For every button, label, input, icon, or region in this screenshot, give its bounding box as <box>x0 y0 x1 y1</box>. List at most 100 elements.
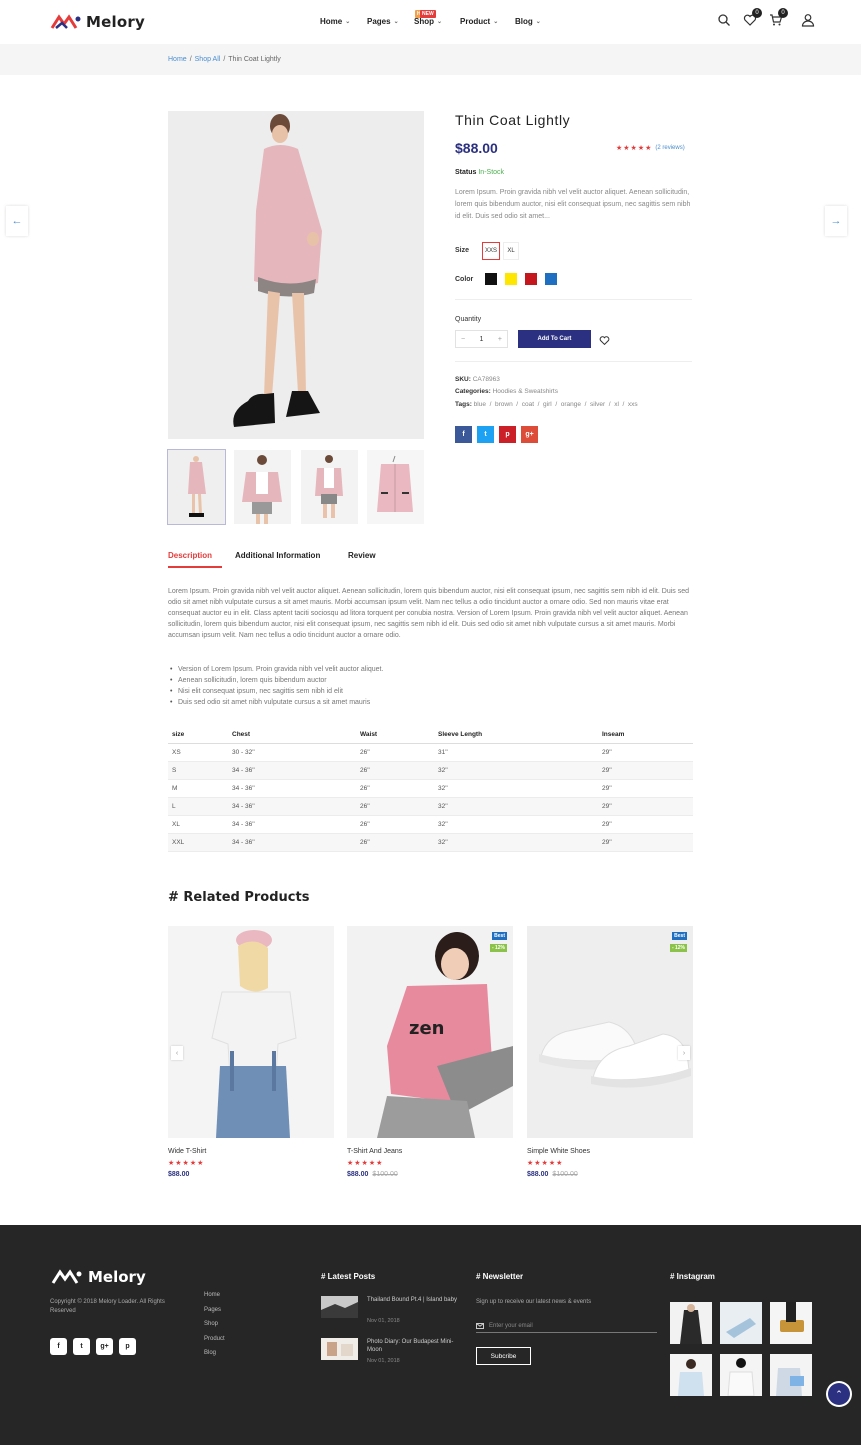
product-name[interactable]: T-Shirt And Jeans <box>347 1148 513 1155</box>
related-product-card[interactable]: Best - 12% Simple White Shoes ★★★★★ $88.… <box>527 926 693 1178</box>
best-badge: Best <box>672 932 687 940</box>
newsletter-email-field[interactable]: Enter your email <box>476 1320 657 1333</box>
latest-posts-heading: # Latest Posts <box>321 1272 376 1281</box>
latest-post[interactable]: Thailand Bound Pt.4 | Island baby Nov 01… <box>321 1296 461 1326</box>
search-icon[interactable] <box>717 13 731 27</box>
logo-mark-icon <box>50 14 81 29</box>
size-option-xxs[interactable]: XXS <box>482 242 500 260</box>
tab-review[interactable]: Review <box>348 551 376 560</box>
instagram-photo[interactable] <box>770 1302 812 1344</box>
size-option-xl[interactable]: XL <box>503 242 519 260</box>
quantity-plus-button[interactable]: + <box>498 336 502 343</box>
post-title[interactable]: Thailand Bound Pt.4 | Island baby <box>367 1296 457 1304</box>
table-cell: S <box>168 761 228 780</box>
list-item: Aenean sollicitudin, lorem quis bibendum… <box>170 675 383 686</box>
facebook-icon: f <box>462 431 465 438</box>
color-swatch-black[interactable] <box>485 273 497 285</box>
post-thumbnail[interactable] <box>321 1338 358 1360</box>
category-link[interactable]: Hoodies & Sweatshirts <box>493 388 558 395</box>
product-main-image[interactable] <box>168 111 424 439</box>
nav-home[interactable]: Home ⌄ <box>320 17 367 26</box>
tag-links[interactable]: blue / brown / coat / girl / orange / si… <box>474 401 638 408</box>
color-swatch-blue[interactable] <box>545 273 557 285</box>
wishlist-icon[interactable]: 0 <box>743 8 762 27</box>
footer-facebook-button[interactable]: f <box>50 1338 67 1355</box>
cart-count: 0 <box>778 8 788 18</box>
product-image[interactable] <box>168 926 334 1138</box>
product-image[interactable]: Best - 12% <box>527 926 693 1138</box>
footer-link-shop[interactable]: Shop <box>204 1317 225 1332</box>
color-label: Color <box>455 276 474 283</box>
product-thumbnail[interactable] <box>234 450 291 524</box>
product-name[interactable]: Simple White Shoes <box>527 1148 693 1155</box>
instagram-photo[interactable] <box>720 1354 762 1396</box>
share-google-plus-button[interactable]: g+ <box>521 426 538 443</box>
post-thumbnail[interactable] <box>321 1296 358 1318</box>
prev-product-button[interactable]: ← <box>6 206 28 236</box>
product-price: $88.00 <box>455 140 498 156</box>
breadcrumb-home[interactable]: Home <box>168 56 187 63</box>
share-facebook-button[interactable]: f <box>455 426 472 443</box>
quantity-value[interactable]: 1 <box>480 336 484 343</box>
instagram-heading: # Instagram <box>670 1272 715 1281</box>
post-title[interactable]: Photo Diary: Our Budapest Mini-Moon <box>367 1338 457 1354</box>
nav-label: Pages <box>367 17 391 26</box>
nav-product[interactable]: Product ⌄ <box>460 17 515 26</box>
product-image[interactable]: zen Best - 12% <box>347 926 513 1138</box>
color-swatch-yellow[interactable] <box>505 273 517 285</box>
thumbnail-image <box>168 450 225 524</box>
footer-pinterest-button[interactable]: p <box>119 1338 136 1355</box>
add-to-wishlist-icon[interactable] <box>599 333 610 346</box>
nav-shop[interactable]: NEW Shop ⌄ <box>414 10 460 26</box>
chevron-down-icon: ⌄ <box>437 19 443 25</box>
next-product-button[interactable]: → <box>825 206 847 236</box>
scroll-to-top-button[interactable]: ⌃ <box>828 1383 850 1405</box>
product-thumbnail[interactable] <box>167 449 226 525</box>
add-to-cart-button[interactable]: Add To Cart <box>518 330 591 348</box>
instagram-photo[interactable] <box>670 1302 712 1344</box>
cart-icon[interactable]: 0 <box>769 8 788 27</box>
footer-link-home[interactable]: Home <box>204 1288 225 1303</box>
brand-logo[interactable]: Melory <box>50 11 145 33</box>
table-header-row: size Chest Waist Sleeve Length Inseam <box>168 726 693 744</box>
instagram-photo[interactable] <box>770 1354 812 1396</box>
footer-google-plus-button[interactable]: g+ <box>96 1338 113 1355</box>
footer-link-pages[interactable]: Pages <box>204 1303 225 1318</box>
copyright-text: Copyright © 2018 Melory Loader. All Righ… <box>50 1299 165 1314</box>
site-header: Melory Home⌄ HOTPages⌄ NEWShop⌄ Product⌄… <box>0 0 861 44</box>
nav-blog[interactable]: Blog ⌄ <box>515 17 555 26</box>
product-name[interactable]: Wide T-Shirt <box>168 1148 334 1155</box>
reviews-link[interactable]: (2 reviews) <box>655 145 684 151</box>
tab-description[interactable]: Description <box>168 551 235 560</box>
discount-badge: - 12% <box>489 944 507 952</box>
model-coat-image <box>168 111 424 439</box>
instagram-photo[interactable] <box>670 1354 712 1396</box>
carousel-next-button[interactable]: › <box>678 1046 690 1060</box>
latest-post[interactable]: Photo Diary: Our Budapest Mini-Moon Nov … <box>321 1338 461 1368</box>
nav-pages[interactable]: HOTPages⌄ <box>367 10 430 26</box>
footer-link-product[interactable]: Product <box>204 1332 225 1347</box>
footer-logo[interactable]: Melory <box>50 1268 146 1286</box>
related-product-card[interactable]: zen Best - 12% T-Shirt And Jeans ★★★★★ $… <box>347 926 513 1178</box>
share-pinterest-button[interactable]: p <box>499 426 516 443</box>
instagram-photo[interactable] <box>720 1302 762 1344</box>
tab-additional-information[interactable]: Additional Information <box>235 551 348 560</box>
color-swatch-red[interactable] <box>525 273 537 285</box>
logo-mark-icon <box>51 1269 82 1284</box>
product-thumbnail[interactable] <box>301 450 358 524</box>
email-placeholder[interactable]: Enter your email <box>489 1323 533 1329</box>
quantity-stepper[interactable]: − 1 + <box>455 330 508 348</box>
price-value: $88.00 <box>347 1171 369 1178</box>
share-twitter-button[interactable]: t <box>477 426 494 443</box>
footer-link-blog[interactable]: Blog <box>204 1346 225 1361</box>
related-product-card[interactable]: Wide T-Shirt ★★★★★ $88.00 <box>168 926 334 1178</box>
user-icon[interactable] <box>801 13 815 27</box>
quantity-minus-button[interactable]: − <box>461 336 465 343</box>
subscribe-button[interactable]: Subcribe <box>476 1347 531 1365</box>
arrow-right-icon: → <box>830 215 842 227</box>
footer-twitter-button[interactable]: t <box>73 1338 90 1355</box>
breadcrumb-shop[interactable]: Shop All <box>195 56 221 63</box>
carousel-prev-button[interactable]: ‹ <box>171 1046 183 1060</box>
product-thumbnail[interactable] <box>367 450 424 524</box>
table-cell: 26'' <box>356 815 434 834</box>
